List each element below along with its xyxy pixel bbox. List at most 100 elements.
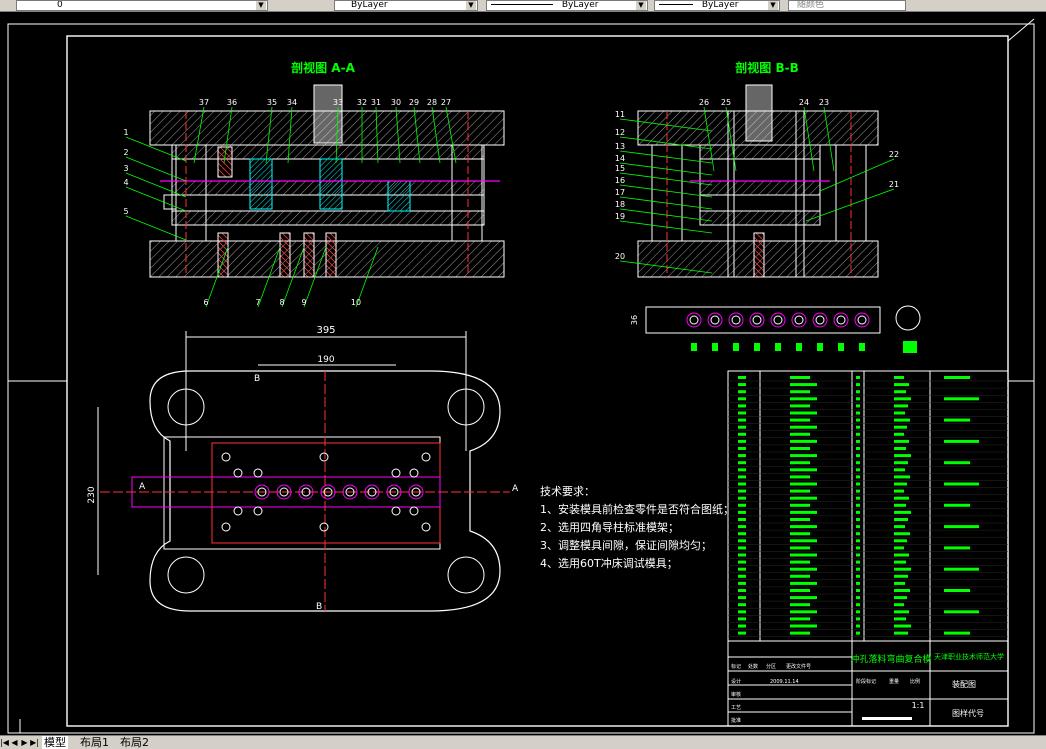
layer-state-icon[interactable] [2,0,14,10]
dim-190: 190 [317,355,334,365]
lineweight-value: ByLayer [701,0,739,10]
tech-item-1: 1、安装模具前检查零件是否符合图纸； [540,502,734,516]
bb-part-label-15: 15 [615,164,625,173]
bb-part-label-16: 16 [615,176,625,185]
aa-part-label-9: 9 [301,298,306,307]
stage-label-scale: 比例 [910,678,920,685]
tab-model[interactable]: 模型 [42,736,68,749]
row-label-review: 审核 [731,691,741,698]
make-current-layer-icon[interactable] [272,0,284,10]
bb-part-label-23: 23 [819,98,829,107]
stage-label-mark: 阶段标记 [856,678,876,685]
row-label-design: 设计 [731,678,741,685]
sign-label-change: 更改文件号 [786,663,811,670]
section-aa-title: 剖视图 A-A [291,60,355,75]
tech-item-4: 4、选用60T冲床调试模具； [540,556,678,570]
bb-part-label-12: 12 [615,128,625,137]
layer-value: 0 [57,0,63,10]
color-dropdown[interactable]: ByLayer ▼ [334,0,478,11]
aa-part-label-4: 4 [123,178,128,187]
bb-part-label-11: 11 [615,110,625,119]
bb-part-label-26: 26 [699,98,709,107]
title-block-school: 天津职业技术师范大学 [934,652,1004,661]
last-tab-icon[interactable]: ▶| [30,736,39,748]
chevron-down-icon: ▼ [768,1,778,10]
stage-label-weight: 重量 [889,678,899,685]
row-label-process: 工艺 [731,705,741,711]
plotstyle-value: 随颜色 [797,0,825,10]
tech-item-2: 2、选用四角导柱标准模架； [540,520,679,534]
chevron-down-icon: ▼ [466,1,476,10]
section-mark-b-bottom: B [316,602,322,612]
bb-part-label-17: 17 [615,188,625,197]
plotstyle-dropdown[interactable]: 随颜色 [788,0,906,11]
bb-part-label-24: 24 [799,98,809,107]
aa-part-label-35: 35 [267,98,277,107]
bb-part-label-19: 19 [615,212,625,221]
aa-part-label-33: 33 [333,98,343,107]
row-label-approve: 批准 [731,717,741,724]
bb-part-label-20: 20 [615,252,625,261]
linetype-value: ByLayer [561,0,599,10]
sign-label-zone: 分区 [766,663,776,670]
bb-part-label-22: 22 [889,150,899,159]
aa-part-label-31: 31 [371,98,381,107]
aa-part-label-3: 3 [123,164,128,173]
first-tab-icon[interactable]: |◀ [0,736,9,748]
aa-part-label-6: 6 [203,298,208,307]
tech-item-3: 3、调整模具间隙，保证间隙均匀； [540,538,712,552]
aa-part-label-10: 10 [351,298,361,307]
bb-part-label-18: 18 [615,200,625,209]
bb-part-label-13: 13 [615,142,625,151]
sign-label-mark: 标记 [731,663,741,670]
bb-part-label-25: 25 [721,98,731,107]
aa-part-label-30: 30 [391,98,401,107]
aa-part-label-27: 27 [441,98,451,107]
aa-part-label-1: 1 [123,128,128,137]
plan-view: 395 190 230 A A B B [87,325,519,612]
drawing-canvas[interactable]: 剖视图 A-A 37 36 35 34 33 32 31 30 29 28 27 12345 678… [0,11,1046,735]
layout-tabs: |◀ ◀ ▶ ▶| 模型 布局1 布局2 [0,735,1046,749]
prev-tab-icon[interactable]: ◀ [10,736,19,748]
lineweight-dropdown[interactable]: ByLayer ▼ [654,0,780,11]
aa-part-label-8: 8 [279,298,284,307]
aa-part-label-29: 29 [409,98,419,107]
aa-part-label-7: 7 [255,298,260,307]
aa-part-label-5: 5 [123,207,128,216]
title-block-drawing-type: 装配图 [952,679,976,689]
bb-part-label-14: 14 [615,154,625,163]
title-block-scale: 1:1 [912,701,925,710]
aa-part-label-32: 32 [357,98,367,107]
chevron-down-icon: ▼ [636,1,646,10]
bb-part-label-21: 21 [889,180,899,189]
next-tab-icon[interactable]: ▶ [20,736,29,748]
layer-dropdown[interactable]: 0 ▼ [16,0,268,11]
section-bb-title: 剖视图 B-B [735,60,798,75]
aa-part-label-34: 34 [287,98,297,107]
dim-395: 395 [316,325,335,336]
aa-part-label-37: 37 [199,98,209,107]
aa-part-label-28: 28 [427,98,437,107]
section-aa-view: 剖视图 A-A 37 36 35 34 33 32 31 30 29 28 27 12345 678… [123,60,505,308]
title-block: 冲孔落料弯曲复合模 天津职业技术师范大学 装配图 图样代号 1:1 2009.1… [727,370,1009,727]
title-block-date: 2009.11.14 [770,679,799,685]
title-block-name: 冲孔落料弯曲复合模 [850,653,931,665]
section-mark-b-top: B [254,374,260,384]
linetype-dropdown[interactable]: ByLayer ▼ [486,0,648,11]
chevron-down-icon: ▼ [256,1,266,10]
ucs-icon [19,719,34,734]
layer-previous-icon[interactable] [296,0,308,10]
tab-layout1[interactable]: 布局1 [78,736,111,749]
section-mark-a-left: A [139,482,146,492]
strip-width-dim: 36 [630,315,639,325]
technical-requirements: 技术要求： 1、安装模具前检查零件是否符合图纸； 2、选用四角导柱标准模架； 3… [540,485,734,570]
section-mark-a-right: A [512,484,519,494]
aa-part-label-36: 36 [227,98,237,107]
sign-label-count: 处数 [748,663,758,670]
title-block-drawing-code: 图样代号 [952,708,984,718]
tech-title: 技术要求： [540,485,595,498]
tab-layout2[interactable]: 布局2 [118,736,151,749]
section-bb-view: 剖视图 B-B 11 12 13 1415 16 17 18 19 20 26 25 24 23 22… [615,60,899,278]
dim-230: 230 [87,486,97,503]
aa-part-label-2: 2 [123,148,128,157]
